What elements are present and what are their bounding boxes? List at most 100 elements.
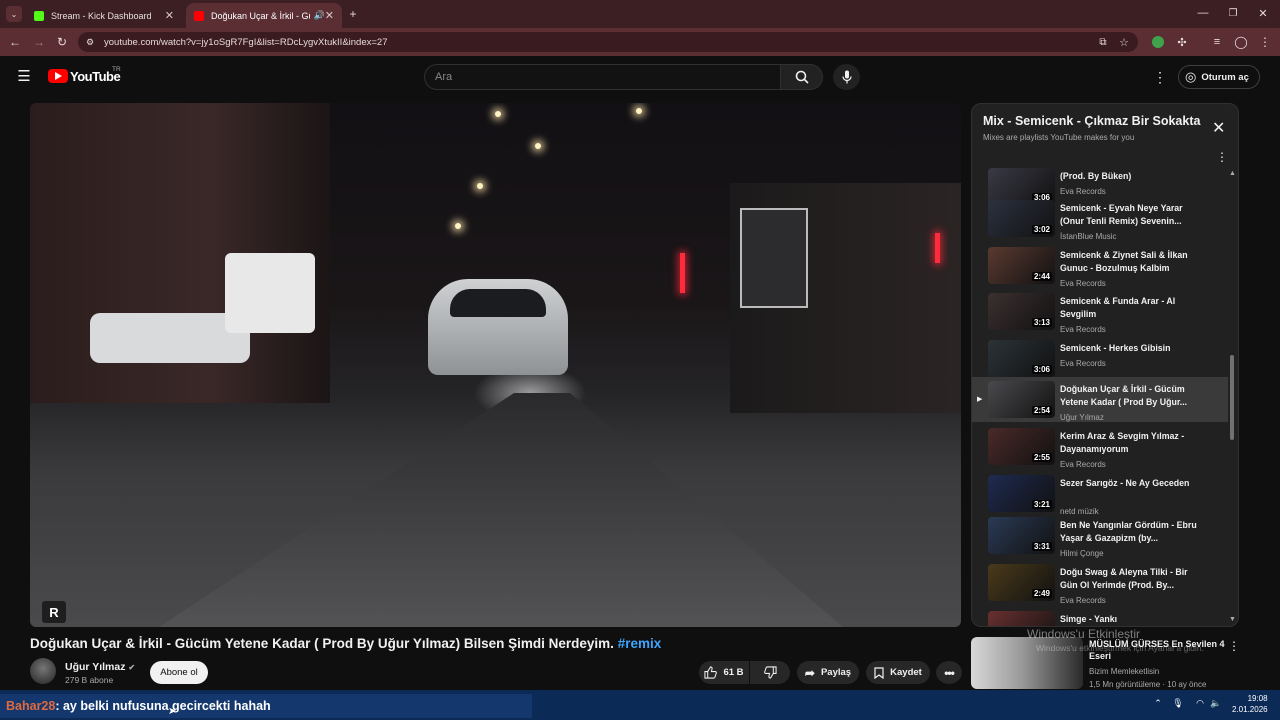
playlist-item-thumbnail[interactable]: 2:49 <box>988 564 1055 601</box>
address-bar[interactable]: youtube.com/watch?v=jy1oSgR7FgI&list=RDc… <box>78 32 1138 52</box>
streetlight <box>495 111 501 117</box>
close-window-icon[interactable]: ✕ <box>1256 6 1270 20</box>
tab-close-icon[interactable]: ✕ <box>325 9 334 22</box>
reload-icon[interactable]: ↻ <box>55 35 69 49</box>
settings-kebab-icon[interactable]: ⋮ <box>1153 69 1167 85</box>
streetlight <box>636 108 642 114</box>
playlist-item-title[interactable]: Ben Ne Yangınlar Gördüm - Ebru Yaşar & G… <box>1060 519 1200 545</box>
playlist-item-thumbnail[interactable]: 3:13 <box>988 293 1055 330</box>
playlist-item-thumbnail[interactable]: 2:55 <box>988 428 1055 465</box>
playlist-item-thumbnail[interactable]: 3:06 <box>988 340 1055 377</box>
search-icon <box>795 70 809 84</box>
playlist-item-channel: Hilmi Çonge <box>1060 549 1104 558</box>
playlist-item-thumbnail[interactable]: 2:54 <box>988 381 1055 418</box>
new-tab-icon[interactable]: + <box>346 7 360 21</box>
tab-kick-dashboard[interactable]: Stream - Kick Dashboard ✕ <box>26 3 182 28</box>
duration-badge: 2:44 <box>1031 272 1052 281</box>
subscribe-button[interactable]: Abone ol <box>150 661 208 684</box>
video-title-text: Doğukan Uçar & İrkil - Gücüm Yetene Kada… <box>30 636 614 651</box>
playlist-item-channel: Eva Records <box>1060 596 1106 605</box>
more-actions-button[interactable]: ••• <box>936 661 962 684</box>
volume-icon[interactable]: 🔈 <box>1210 697 1222 709</box>
related-channel[interactable]: Bizim Memleketlisin <box>1089 667 1159 676</box>
audio-playing-icon[interactable]: 🔊 <box>314 10 325 21</box>
channel-watermark[interactable]: R <box>42 601 66 623</box>
share-button[interactable]: ➦ Paylaş <box>797 661 859 684</box>
playlist-item-title[interactable]: Doğu Swag & Aleyna Tilki - Bir Gün Ol Ye… <box>1060 566 1200 592</box>
tray-microphone-icon[interactable]: 🎙 <box>1172 697 1184 709</box>
chat-username: Bahar28 <box>6 699 56 713</box>
back-icon[interactable]: ← <box>8 35 22 49</box>
channel-avatar[interactable] <box>30 658 56 684</box>
youtube-logo-icon[interactable] <box>48 69 68 83</box>
channel-name[interactable]: Uğur Yılmaz ✔ <box>65 661 135 673</box>
dislike-button[interactable] <box>750 661 790 684</box>
bookmark-star-icon[interactable]: ☆ <box>1117 35 1131 49</box>
search-input[interactable]: Ara <box>424 64 781 90</box>
playlist-item-title[interactable]: Sezer Sarıgöz - Ne Ay Geceden <box>1060 477 1200 490</box>
now-playing-icon: ▶ <box>977 396 983 403</box>
playlist-item-thumbnail[interactable]: 3:21 <box>988 475 1055 512</box>
search-button[interactable] <box>781 64 823 90</box>
extensions-puzzle-icon[interactable]: ✣ <box>1175 35 1189 49</box>
duration-badge: 3:31 <box>1031 542 1052 551</box>
tab-close-icon[interactable]: ✕ <box>165 9 174 22</box>
bookmark-icon <box>874 666 884 679</box>
media-control-icon[interactable]: ≡ <box>1210 35 1224 49</box>
playlist-item-thumbnail[interactable] <box>988 611 1055 626</box>
scroll-up-icon[interactable]: ▲ <box>1229 170 1236 177</box>
minimize-icon[interactable]: — <box>1196 6 1210 20</box>
chat-text: : ay belki nufusuna gecircekti hahah <box>55 699 271 713</box>
like-button[interactable]: 61 B <box>699 661 749 684</box>
wifi-icon[interactable]: ◠ <box>1194 697 1206 709</box>
system-clock[interactable]: 19:08 2.01.2026 <box>1232 693 1268 715</box>
playlist-item-title[interactable]: Semicenk & Funda Arar - Al Sevgilim <box>1060 295 1200 321</box>
video-player[interactable]: R <box>30 103 961 627</box>
playlist-title[interactable]: Mix - Semicenk - Çıkmaz Bir Sokakta <box>983 114 1200 128</box>
scroll-down-icon[interactable]: ▼ <box>1229 616 1236 623</box>
playlist-item-title[interactable]: Semicenk - Eyvah Neye Yarar (Onur Tenli … <box>1060 202 1200 228</box>
save-button[interactable]: Kaydet <box>866 661 930 684</box>
playlist-item-channel: Eva Records <box>1060 279 1106 288</box>
subscriber-count: 279 B abone <box>65 675 114 685</box>
playlist-item-title[interactable]: Semicenk - Herkes Gibisin <box>1060 342 1200 355</box>
playlist-item-thumbnail[interactable]: 2:44 <box>988 247 1055 284</box>
sign-in-button[interactable]: ◎ Oturum aç <box>1178 65 1260 89</box>
hashtag-link[interactable]: #remix <box>618 636 662 651</box>
playlist-menu-icon[interactable]: ⋮ <box>1216 150 1228 164</box>
video-scene-truck <box>225 253 315 333</box>
youtube-icon <box>194 10 204 21</box>
playlist-item-title[interactable]: Simge - Yankı <box>1060 613 1200 626</box>
red-light <box>680 253 685 293</box>
playlist-item-thumbnail[interactable]: 3:31 <box>988 517 1055 554</box>
voice-search-button[interactable] <box>833 64 860 90</box>
install-app-icon[interactable]: ⧉ <box>1096 35 1110 49</box>
tab-search-icon[interactable]: ⌄ <box>6 6 22 22</box>
playlist-subtitle: Mixes are playlists YouTube makes for yo… <box>983 133 1135 142</box>
verified-icon: ✔ <box>128 663 136 672</box>
playlist-item-title[interactable]: Semicenk & Ziynet Sali & İlkan Gunuc - B… <box>1060 249 1200 275</box>
related-menu-icon[interactable]: ⋮ <box>1228 639 1240 653</box>
profile-icon[interactable]: ◯ <box>1234 35 1248 49</box>
hamburger-menu-icon[interactable]: ☰ <box>16 68 32 85</box>
playlist-item-thumbnail[interactable]: 3:02 <box>988 200 1055 237</box>
video-scene-billboard <box>740 208 808 308</box>
tab-youtube[interactable]: Doğukan Uçar & İrkil - Gücü 🔊 ✕ <box>186 3 342 28</box>
restore-icon[interactable]: ❐ <box>1226 6 1240 20</box>
playlist-item-title[interactable]: Doğukan Uçar & İrkil - Gücüm Yetene Kada… <box>1060 383 1200 409</box>
playlist-scrollbar[interactable] <box>1230 355 1234 440</box>
thumbs-up-icon <box>704 666 718 679</box>
more-horizontal-icon: ••• <box>944 665 955 680</box>
playlist-item-title[interactable]: Kerim Araz & Sevgim Yılmaz - Dayanamıyor… <box>1060 430 1200 456</box>
tray-overflow-icon[interactable]: ⌃ <box>1152 697 1164 709</box>
site-info-icon[interactable]: ⚙ <box>84 35 96 49</box>
close-icon[interactable]: ✕ <box>1212 118 1225 138</box>
streetlight <box>477 183 483 189</box>
mouse-cursor-icon: ➤ <box>168 706 177 717</box>
duration-badge: 3:02 <box>1031 225 1052 234</box>
extension-icon[interactable] <box>1152 36 1164 48</box>
forward-icon[interactable]: → <box>32 35 46 49</box>
browser-menu-icon[interactable]: ⋮ <box>1258 35 1272 49</box>
region-code: TR <box>112 66 121 73</box>
playlist-item-title[interactable]: (Prod. By Büken) <box>1060 170 1200 183</box>
